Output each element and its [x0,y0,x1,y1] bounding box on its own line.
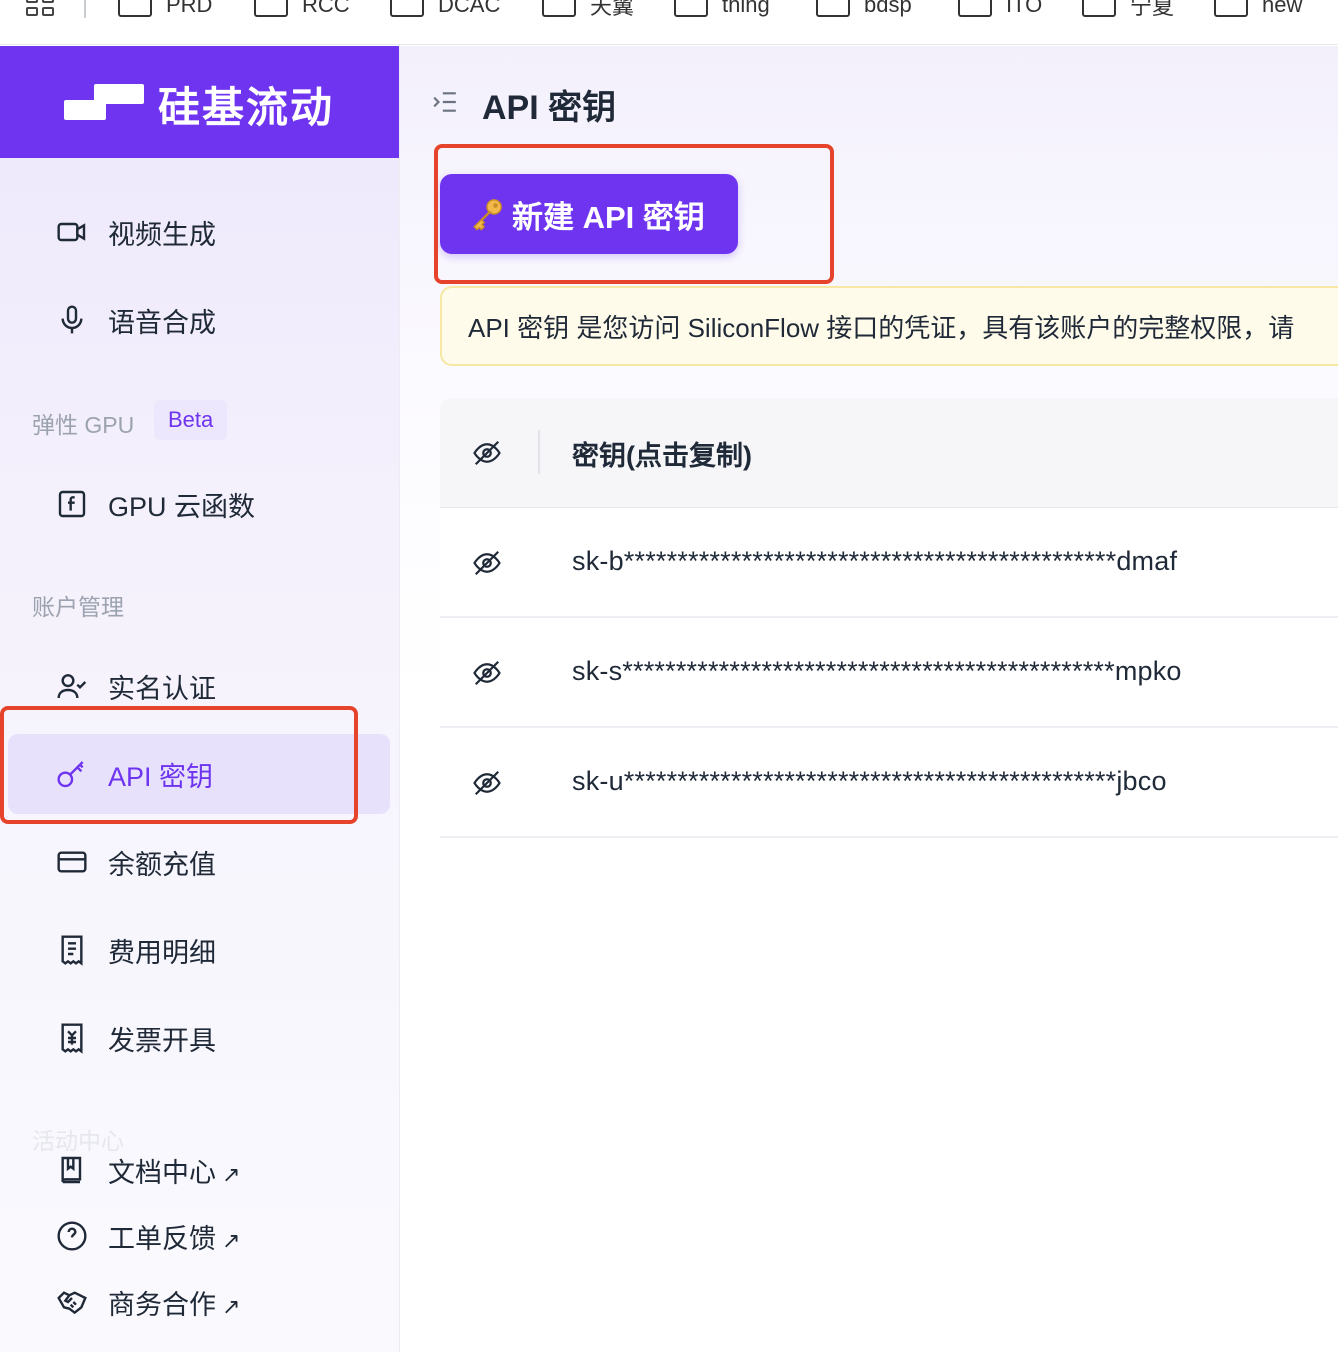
eye-off-icon[interactable] [472,768,502,798]
bookmark-label: new [1262,0,1303,17]
sidebar-item-business[interactable]: 商务合作 ↗ [8,1262,390,1342]
collapse-menu-icon[interactable] [432,90,458,114]
brand-name: 硅基流动 [158,84,335,131]
column-header-key: 密钥(点击复制) [572,441,752,471]
table-row[interactable]: sk-s************************************… [440,618,1338,728]
bookmark-ningxia[interactable]: 宁夏 [1082,0,1174,20]
sidebar-item-invoice[interactable]: 发票开具 [8,998,390,1078]
bookmark-label: 宁夏 [1130,0,1175,19]
bookmark-label: 天翼 [590,0,635,19]
folder-icon [118,0,152,17]
main-content: API 密钥 新建 API 密钥 API 密钥 是您访问 SiliconFlow… [400,46,1338,1352]
sidebar-item-label: GPU 云函数 [108,491,256,522]
folder-icon [542,0,576,17]
table-header: 密钥(点击复制) [440,398,1338,508]
invoice-icon [61,1023,83,1054]
bookmark-label: thing [722,0,770,17]
brand-header[interactable]: 硅基流动 [0,46,399,158]
sidebar: 硅基流动 视频生成 语音合成 弹性 GPU Beta GPU 云函数 账户管理 … [0,46,400,1352]
sidebar-item-label: 文档中心 ↗ [108,1157,241,1188]
section-account-label: 账户管理 [32,594,124,620]
bookmark-new[interactable]: new [1214,0,1302,20]
brand-logo-icon [64,82,144,122]
sidebar-item-label: 语音合成 [108,307,216,338]
bookmark-label: bdsp [864,0,912,17]
sidebar-item-label: 工单反馈 ↗ [108,1223,241,1254]
book-icon [61,1156,82,1184]
sidebar-item-label: 发票开具 [108,1025,216,1056]
folder-icon [1082,0,1116,17]
apps-grid-icon[interactable] [24,0,56,20]
sidebar-item-label: 实名认证 [108,673,216,704]
sidebar-item-gpu-function[interactable]: GPU 云函数 [8,464,390,544]
folder-icon [958,0,992,17]
function-icon [58,490,86,518]
video-camera-icon [57,222,86,242]
bookmarks-bar: PRD RCC DCAC 天翼 thing bdsp ITO 宁夏 new [0,0,1338,45]
section-gpu-label: 弹性 GPU [32,412,135,438]
folder-icon [390,0,424,17]
bookmark-label: ITO [1006,0,1043,17]
bookmark-dcac[interactable]: DCAC [390,0,500,20]
annotation-highlight-sidebar [0,706,358,824]
api-keys-table: 密钥(点击复制) sk-b***************************… [440,398,1338,838]
bookmark-label: RCC [302,0,350,17]
eye-off-icon[interactable] [472,438,502,468]
folder-icon [1214,0,1248,17]
sidebar-item-video[interactable]: 视频生成 [8,192,390,272]
bookmark-rcc[interactable]: RCC [254,0,350,20]
beta-badge: Beta [154,400,228,440]
sidebar-item-speech[interactable]: 语音合成 [8,280,390,360]
api-key-value[interactable]: sk-u************************************… [572,766,1167,797]
sidebar-item-recharge[interactable]: 余额充值 [8,822,390,902]
eye-off-icon[interactable] [472,548,502,578]
bookmark-tianyi[interactable]: 天翼 [542,0,634,20]
sidebar-item-label: 视频生成 [108,219,216,250]
sidebar-item-label: 余额充值 [108,849,216,880]
folder-icon [254,0,288,17]
notice-text: API 密钥 是您访问 SiliconFlow 接口的凭证，具有该账户的完整权限… [468,312,1295,343]
handshake-icon [57,1291,87,1315]
external-link-icon: ↗ [222,1227,241,1253]
header-divider [538,430,540,474]
bookmark-label: PRD [166,0,213,17]
sidebar-item-billing[interactable]: 费用明细 [8,910,390,990]
api-key-value[interactable]: sk-s************************************… [572,656,1182,687]
question-circle-icon [57,1221,87,1251]
sidebar-item-label: 费用明细 [108,937,216,968]
bookmark-separator [84,0,86,18]
eye-off-icon[interactable] [472,658,502,688]
bookmark-thing[interactable]: thing [674,0,770,20]
api-key-value[interactable]: sk-b************************************… [572,546,1177,577]
table-row[interactable]: sk-b************************************… [440,508,1338,618]
bookmark-label: DCAC [438,0,501,17]
user-check-icon [57,674,87,699]
notice-banner: API 密钥 是您访问 SiliconFlow 接口的凭证，具有该账户的完整权限… [440,286,1338,366]
credit-card-icon [57,851,87,873]
sidebar-item-label: 商务合作 ↗ [108,1289,241,1320]
external-link-icon: ↗ [222,1293,241,1319]
bookmark-ito[interactable]: ITO [958,0,1042,20]
page-title: API 密钥 [482,89,617,127]
bookmark-bdsp[interactable]: bdsp [816,0,912,20]
table-row[interactable]: sk-u************************************… [440,728,1338,838]
folder-icon [816,0,850,17]
bookmark-prd[interactable]: PRD [118,0,212,20]
receipt-icon [61,935,83,966]
annotation-highlight-button [434,144,834,284]
folder-icon [674,0,708,17]
external-link-icon: ↗ [222,1161,241,1187]
microphone-icon [61,305,83,334]
